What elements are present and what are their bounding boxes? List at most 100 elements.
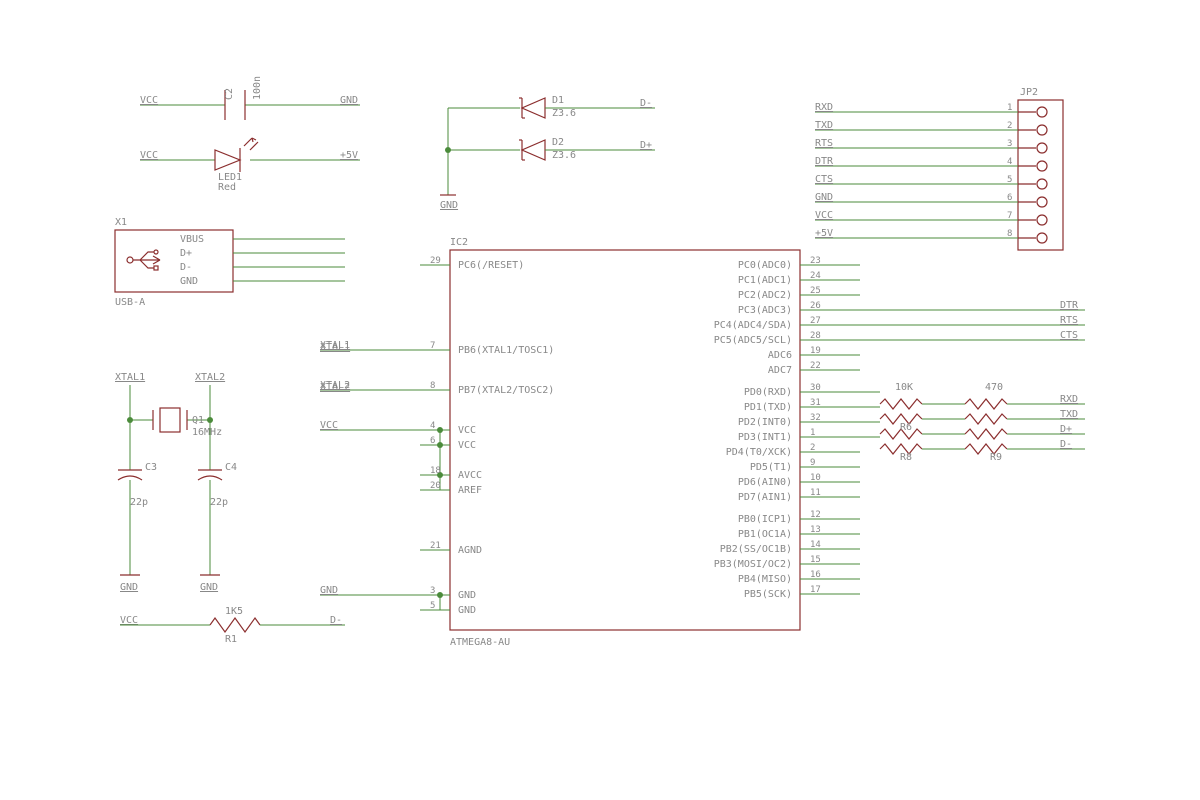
- ic2: IC2 ATMEGA8-AU 29 PC6(/RESET) 7 PB6(XTAL1/T…: [320, 237, 1085, 648]
- usb-pin-dplus: D+: [180, 248, 192, 259]
- svg-text:4: 4: [1007, 157, 1012, 167]
- jp2-ref: JP2: [1020, 87, 1038, 98]
- dplus-net: D+: [1060, 424, 1072, 435]
- svg-text:PD5(T1): PD5(T1): [750, 462, 792, 473]
- svg-text:RXD: RXD: [815, 102, 833, 113]
- svg-text:PB2(SS/OC1B): PB2(SS/OC1B): [720, 544, 792, 555]
- c2-gnd: GND: [340, 95, 358, 106]
- led1-value: Red: [218, 182, 236, 193]
- svg-text:12: 12: [810, 510, 821, 520]
- ic2-ref: IC2: [450, 237, 468, 248]
- svg-text:CTS: CTS: [815, 174, 833, 185]
- svg-text:PB3(MOSI/OC2): PB3(MOSI/OC2): [714, 559, 792, 570]
- xtal-block: XTAL1 XTAL2 Q1 16MHz C3 22p C4 22p GND G…: [115, 342, 350, 593]
- svg-text:PD0(RXD): PD0(RXD): [744, 387, 792, 398]
- svg-text:6: 6: [1007, 193, 1012, 203]
- svg-text:8: 8: [1007, 229, 1012, 239]
- svg-text:1: 1: [810, 428, 815, 438]
- jp2-header: JP2 RXD1TXD2RTS3DTR4CTS5GND6VCC7+5V8: [815, 87, 1063, 250]
- svg-text:23: 23: [810, 256, 821, 266]
- c2-value: 100n: [252, 76, 263, 100]
- svg-text:24: 24: [810, 271, 821, 281]
- svg-text:25: 25: [810, 286, 821, 296]
- xtal2-label: XTAL2: [195, 372, 225, 383]
- q1-name: Q1: [192, 415, 204, 426]
- q1-value: 16MHz: [192, 427, 222, 438]
- svg-text:TXD: TXD: [815, 120, 833, 131]
- svg-text:7: 7: [430, 341, 435, 351]
- svg-text:2: 2: [810, 443, 815, 453]
- svg-text:PC0(ADC0): PC0(ADC0): [738, 260, 792, 271]
- svg-text:RTS: RTS: [815, 138, 833, 149]
- usb-ref: X1: [115, 217, 127, 228]
- svg-text:PC3(ADC3): PC3(ADC3): [738, 305, 792, 316]
- rxd-net: RXD: [1060, 394, 1078, 405]
- svg-text:VCC: VCC: [458, 425, 476, 436]
- svg-text:19: 19: [810, 346, 821, 356]
- zener-gnd: GND: [440, 200, 458, 211]
- svg-text:PB0(ICP1): PB0(ICP1): [738, 514, 792, 525]
- schematic-canvas: C2 100n VCC GND LED1 Red VCC +5V X1 USB-…: [0, 0, 1200, 800]
- d2-name: D2: [552, 137, 564, 148]
- svg-text:13: 13: [810, 525, 821, 535]
- c4-name: C4: [225, 462, 237, 473]
- svg-text:DTR: DTR: [1060, 300, 1079, 311]
- svg-text:+5V: +5V: [815, 228, 833, 239]
- svg-text:18: 18: [430, 466, 441, 476]
- svg-text:PC5(ADC5/SCL): PC5(ADC5/SCL): [714, 335, 792, 346]
- svg-text:PD4(T0/XCK): PD4(T0/XCK): [726, 447, 792, 458]
- svg-text:29: 29: [430, 256, 441, 266]
- c3-name: C3: [145, 462, 157, 473]
- xtal1-label: XTAL1: [115, 372, 145, 383]
- svg-text:14: 14: [810, 540, 821, 550]
- svg-text:PD6(AIN0): PD6(AIN0): [738, 477, 792, 488]
- svg-text:GND: GND: [815, 192, 833, 203]
- ic2-part: ATMEGA8-AU: [450, 637, 510, 648]
- cap-c2: C2 100n VCC GND: [140, 76, 360, 120]
- svg-text:GND: GND: [458, 605, 476, 616]
- dminus-net: D-: [1060, 439, 1072, 450]
- svg-text:GND: GND: [320, 585, 338, 596]
- svg-text:3: 3: [430, 586, 435, 596]
- led1-vcc: VCC: [140, 150, 158, 161]
- svg-text:XTAL2: XTAL2: [320, 380, 350, 391]
- r8-label: R8: [900, 452, 912, 463]
- svg-text:AGND: AGND: [458, 545, 482, 556]
- c2-name: C2: [224, 88, 235, 100]
- svg-text:5: 5: [1007, 175, 1012, 185]
- led1-5v: +5V: [340, 150, 358, 161]
- svg-text:PC2(ADC2): PC2(ADC2): [738, 290, 792, 301]
- svg-text:10: 10: [810, 473, 821, 483]
- led1: LED1 Red VCC +5V: [140, 138, 360, 193]
- svg-text:PC4(ADC4/SDA): PC4(ADC4/SDA): [714, 320, 792, 331]
- svg-text:8: 8: [430, 381, 435, 391]
- r1-vcc: VCC: [120, 615, 138, 626]
- svg-text:PB7(XTAL2/TOSC2): PB7(XTAL2/TOSC2): [458, 385, 554, 396]
- d1-net: D-: [640, 98, 652, 109]
- svg-text:4: 4: [430, 421, 435, 431]
- svg-text:CTS: CTS: [1060, 330, 1078, 341]
- svg-text:21: 21: [430, 541, 441, 551]
- c3-value: 22p: [130, 497, 148, 508]
- svg-text:DTR: DTR: [815, 156, 834, 167]
- zener-block: GND D1 Z3.6 D- D2 Z3.6 D+: [440, 95, 655, 211]
- d2-value: Z3.6: [552, 150, 576, 161]
- svg-text:22: 22: [810, 361, 821, 371]
- svg-text:32: 32: [810, 413, 821, 423]
- svg-text:26: 26: [810, 301, 821, 311]
- svg-text:GND: GND: [458, 590, 476, 601]
- svg-text:PC1(ADC1): PC1(ADC1): [738, 275, 792, 286]
- svg-text:16: 16: [810, 570, 821, 580]
- usb-pin-vbus: VBUS: [180, 234, 204, 245]
- svg-text:PB1(OC1A): PB1(OC1A): [738, 529, 792, 540]
- usb-pin-dminus: D-: [180, 262, 192, 273]
- d1-name: D1: [552, 95, 564, 106]
- svg-text:PC6(/RESET): PC6(/RESET): [458, 260, 524, 271]
- svg-text:30: 30: [810, 383, 821, 393]
- svg-text:PB6(XTAL1/TOSC1): PB6(XTAL1/TOSC1): [458, 345, 554, 356]
- d2-net: D+: [640, 140, 652, 151]
- svg-text:RTS: RTS: [1060, 315, 1078, 326]
- d1-value: Z3.6: [552, 108, 576, 119]
- svg-text:20: 20: [430, 481, 441, 491]
- xtal-gnd-l: GND: [120, 582, 138, 593]
